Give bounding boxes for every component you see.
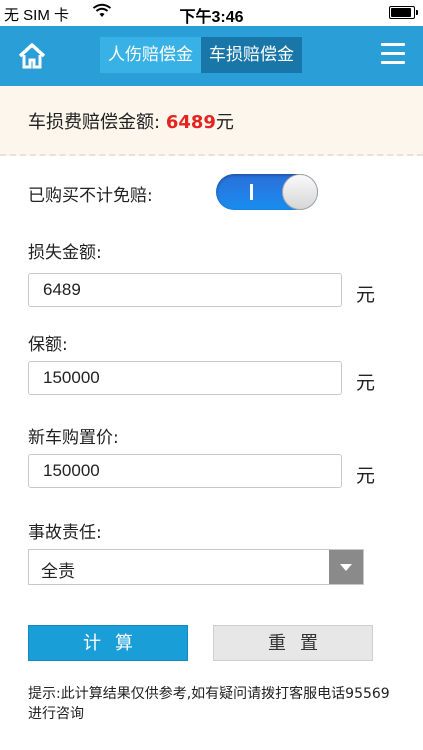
home-icon[interactable] — [16, 40, 48, 72]
result-text: 车损费赔偿金额: 6489元 — [28, 108, 234, 134]
clock: 下午3:46 — [179, 9, 244, 26]
loss-amount-label: 损失金额: — [28, 243, 102, 263]
tab-injury-compensation[interactable]: 人伤赔偿金 — [100, 37, 201, 73]
insured-amount-label: 保额: — [28, 335, 68, 355]
liability-label: 事故责任: — [28, 523, 102, 543]
hint-text: 提示:此计算结果仅供参考,如有疑问请拨打客服电话95569进行咨询 — [28, 686, 390, 722]
new-car-price-unit: 元 — [356, 465, 376, 487]
tab-vehicle-damage-compensation[interactable]: 车损赔偿金 — [201, 37, 302, 73]
toggle-knob — [282, 174, 318, 210]
insured-amount-input[interactable]: 150000 — [28, 361, 342, 395]
result-banner: 车损费赔偿金额: 6489元 — [0, 86, 423, 156]
new-car-price-label: 新车购置价: — [28, 428, 119, 448]
toggle-on-indicator — [250, 184, 253, 200]
new-car-price-input[interactable]: 150000 — [28, 454, 342, 488]
result-label: 车损费赔偿金额: — [28, 112, 161, 133]
reset-button[interactable]: 重置 — [213, 625, 373, 661]
deductible-toggle[interactable] — [216, 174, 318, 210]
insured-amount-unit: 元 — [356, 372, 376, 394]
tab-bar: 人伤赔偿金 车损赔偿金 — [100, 37, 302, 73]
liability-select[interactable]: 全责 — [28, 549, 364, 585]
navigation-bar: 人伤赔偿金 车损赔偿金 — [0, 26, 423, 86]
calculate-button[interactable]: 计算 — [28, 625, 188, 661]
result-amount: 6489 — [165, 112, 216, 133]
liability-selected-value: 全责 — [41, 562, 75, 582]
loss-amount-unit: 元 — [356, 284, 376, 306]
loss-amount-input[interactable]: 6489 — [28, 273, 342, 307]
status-bar: 无 SIM 卡 下午3:46 — [0, 0, 423, 26]
result-unit: 元 — [215, 112, 234, 133]
chevron-down-icon[interactable] — [329, 550, 363, 584]
menu-icon[interactable] — [381, 43, 405, 67]
battery-icon — [389, 6, 418, 19]
deductible-label: 已购买不计免赔: — [28, 186, 153, 206]
